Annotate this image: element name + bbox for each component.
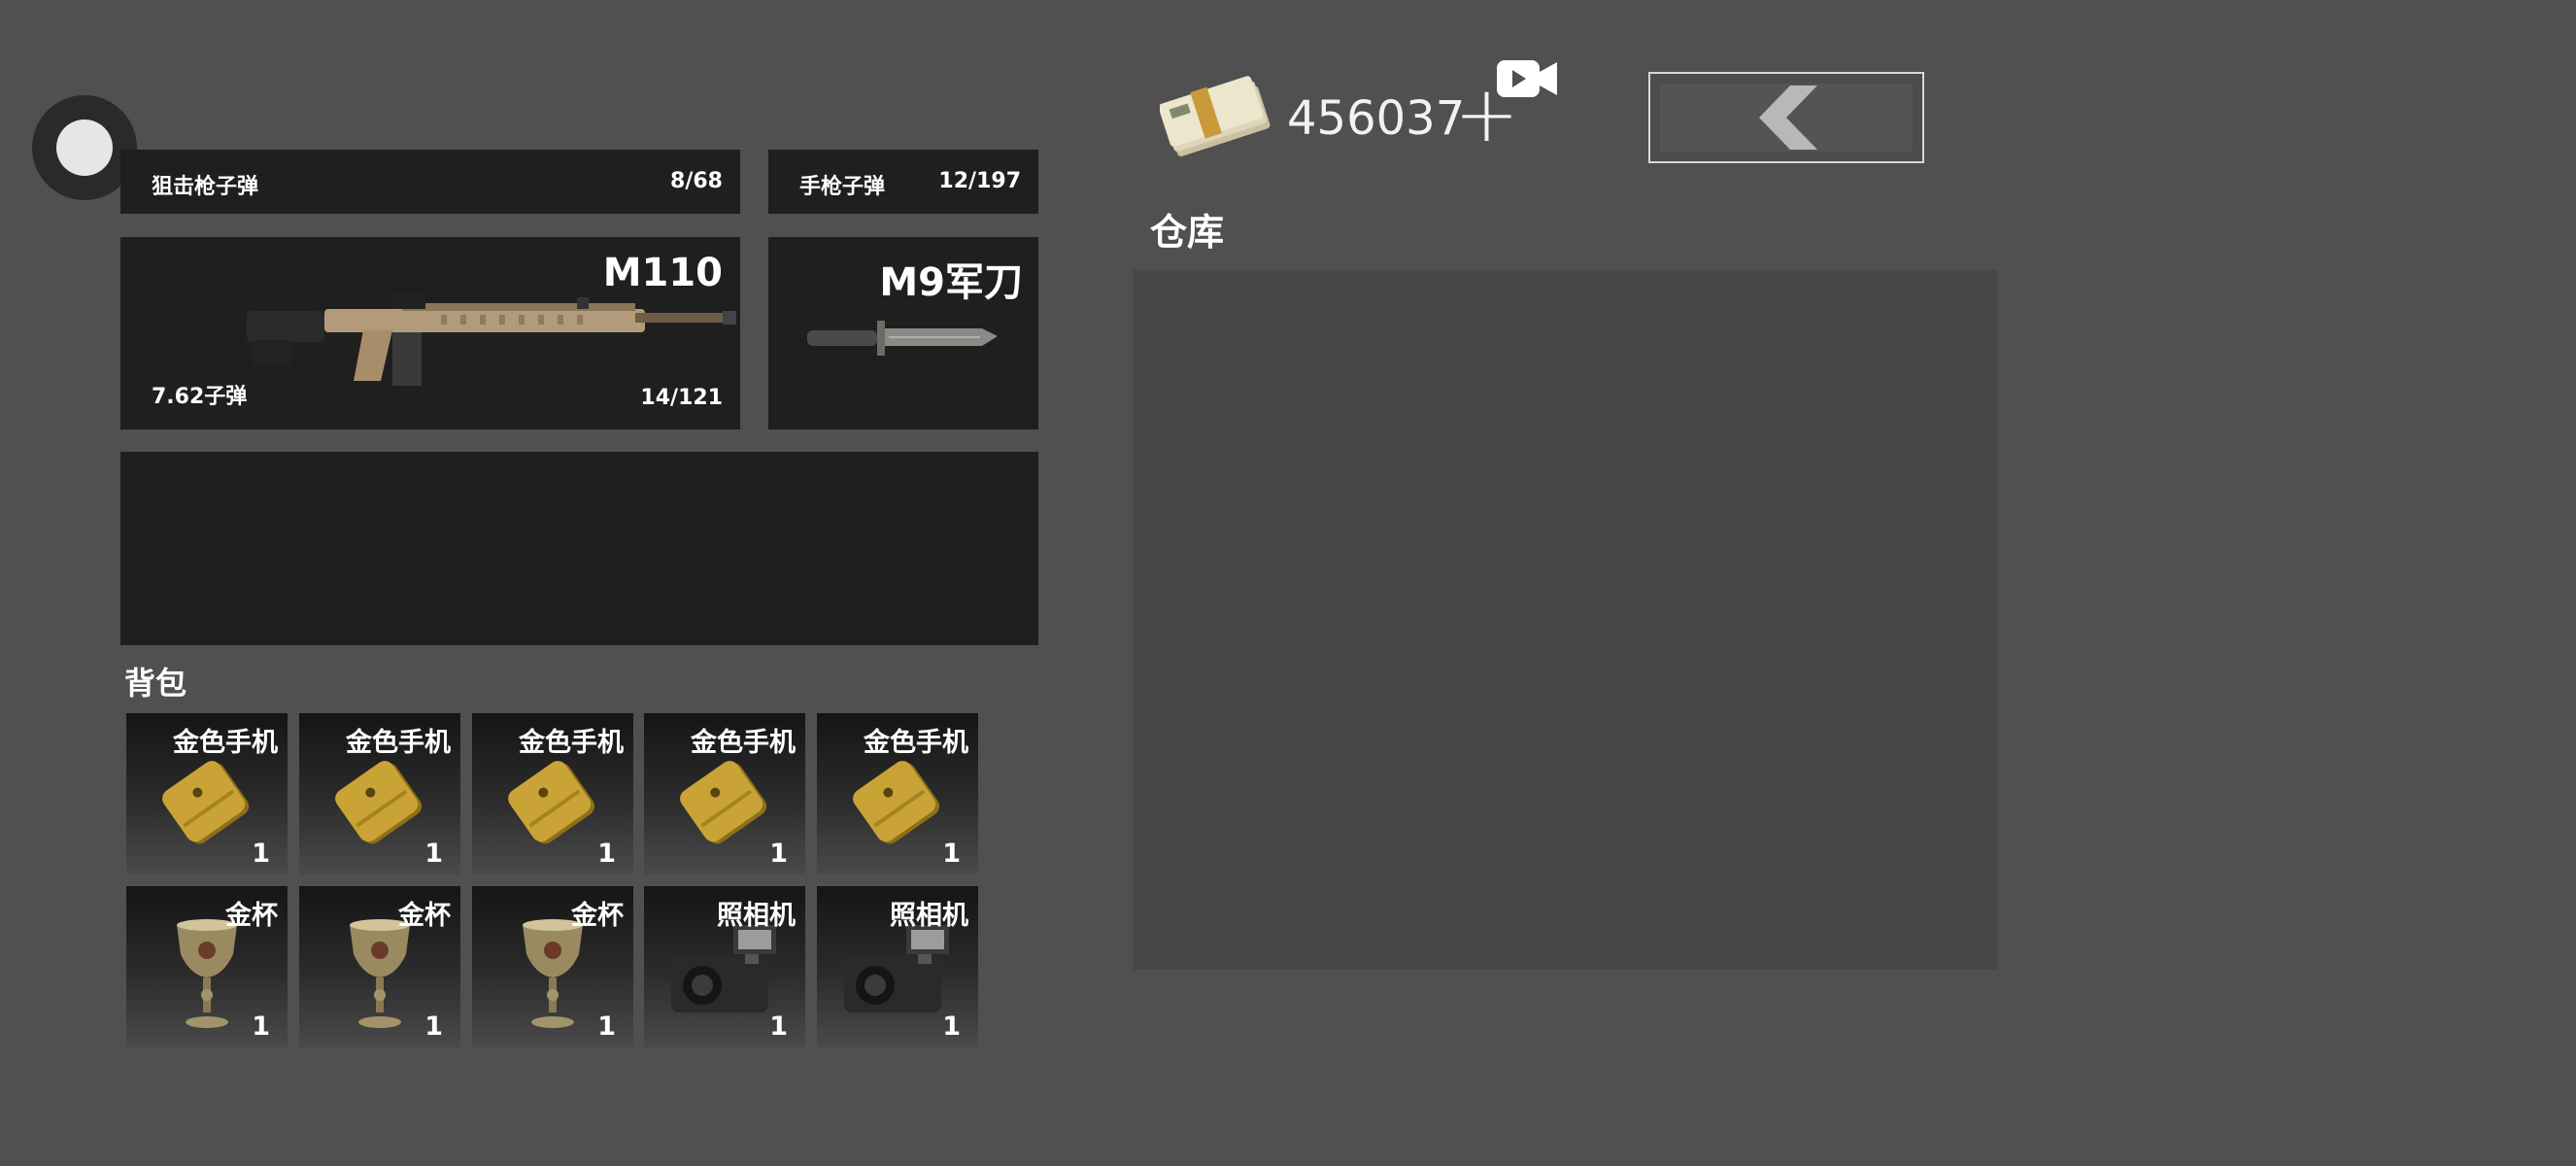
backpack-slot[interactable]: 金杯 1 bbox=[126, 886, 288, 1047]
backpack-item-count: 1 bbox=[769, 839, 788, 869]
backpack-item-name: 金色手机 bbox=[864, 728, 968, 758]
ammo-panel-pistol: 手枪子弹 12/197 bbox=[768, 150, 1038, 214]
backpack-item-name: 金色手机 bbox=[173, 728, 278, 758]
warehouse-panel[interactable] bbox=[1133, 270, 1997, 970]
knife-icon bbox=[807, 321, 998, 356]
circle-toggle-icon bbox=[56, 120, 113, 176]
backpack-item-count: 1 bbox=[424, 1012, 443, 1042]
chevron-left-icon bbox=[1759, 86, 1817, 150]
backpack-slot[interactable]: 金杯 1 bbox=[472, 886, 633, 1047]
primary-ammo-count: 14/121 bbox=[640, 386, 723, 410]
primary-ammo-label: 7.62子弹 bbox=[152, 385, 248, 409]
backpack-item-count: 1 bbox=[424, 839, 443, 869]
backpack-item-count: 1 bbox=[942, 839, 961, 869]
backpack-item-name: 金杯 bbox=[571, 901, 624, 931]
melee-weapon-slot[interactable]: M9军刀 bbox=[768, 237, 1038, 429]
money-amount: 456037 bbox=[1287, 91, 1466, 146]
backpack-item-name: 照相机 bbox=[890, 901, 968, 931]
melee-weapon-name: M9军刀 bbox=[879, 260, 1023, 305]
sniper-ammo-count: 8/68 bbox=[670, 169, 723, 193]
backpack-item-name: 金色手机 bbox=[519, 728, 624, 758]
backpack-slot[interactable]: 金杯 1 bbox=[299, 886, 460, 1047]
backpack-item-name: 金杯 bbox=[225, 901, 278, 931]
backpack-item-name: 照相机 bbox=[717, 901, 796, 931]
add-money-button[interactable]: + bbox=[1454, 60, 1557, 154]
ammo-panel-sniper: 狙击枪子弹 8/68 bbox=[120, 150, 740, 214]
backpack-slot[interactable]: 金色手机 1 bbox=[299, 713, 460, 874]
pistol-ammo-count: 12/197 bbox=[938, 169, 1021, 193]
sniper-ammo-label: 狙击枪子弹 bbox=[152, 175, 259, 199]
backpack-item-count: 1 bbox=[769, 1012, 788, 1042]
pistol-ammo-label: 手枪子弹 bbox=[799, 175, 886, 199]
rifle-icon bbox=[247, 293, 736, 386]
backpack-item-count: 1 bbox=[252, 1012, 270, 1042]
empty-equipment-slot[interactable] bbox=[120, 452, 1038, 645]
backpack-slot[interactable]: 金色手机 1 bbox=[126, 713, 288, 874]
backpack-item-name: 金色手机 bbox=[691, 728, 796, 758]
backpack-slot[interactable]: 金色手机 1 bbox=[472, 713, 633, 874]
backpack-slot[interactable]: 照相机 1 bbox=[817, 886, 978, 1047]
backpack-item-count: 1 bbox=[942, 1012, 961, 1042]
money-stack-icon bbox=[1160, 76, 1271, 156]
backpack-slot[interactable]: 金色手机 1 bbox=[644, 713, 805, 874]
warehouse-title: 仓库 bbox=[1150, 211, 1225, 254]
backpack-slot[interactable]: 金色手机 1 bbox=[817, 713, 978, 874]
backpack-item-count: 1 bbox=[597, 1012, 616, 1042]
backpack-item-name: 金杯 bbox=[398, 901, 451, 931]
primary-weapon-slot[interactable]: M110 7.62子弹 14/121 bbox=[120, 237, 740, 429]
backpack-title: 背包 bbox=[124, 665, 187, 702]
backpack-item-count: 1 bbox=[252, 839, 270, 869]
backpack-slot[interactable]: 照相机 1 bbox=[644, 886, 805, 1047]
back-button[interactable] bbox=[1648, 72, 1924, 163]
backpack-item-count: 1 bbox=[597, 839, 616, 869]
video-camera-icon bbox=[1497, 60, 1557, 97]
backpack-item-name: 金色手机 bbox=[346, 728, 451, 758]
